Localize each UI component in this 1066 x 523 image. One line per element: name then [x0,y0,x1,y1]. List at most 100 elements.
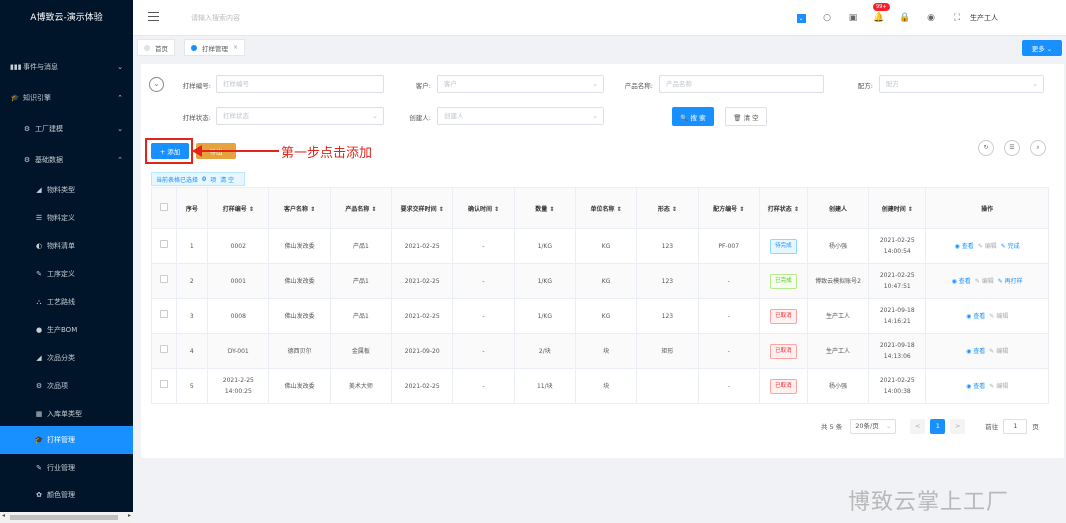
table-row[interactable]: 5 2021-2-25 14:00:25 佛山发改委 美术大师 2021-02-25-1… [151,368,1049,404]
next-page-button[interactable]: > [950,418,966,434]
sidebar-item-11[interactable]: ⚙ 次品项 [0,372,133,400]
creator-select[interactable]: 创建人 ⌄ [437,107,604,125]
column-header[interactable]: 打样状态 ⇕ [758,187,808,229]
header-search-input[interactable]: 请输入搜索内容 [191,13,240,23]
column-header[interactable]: 创建时间 ⇕ [868,187,927,229]
scrollbar-thumb[interactable] [10,515,118,520]
status-select[interactable]: 打样状态 ⌄ [216,107,384,125]
row-checkbox[interactable] [159,275,168,283]
table-row[interactable]: 3 0008 佛山发改委 产品1 2021-02-25-1/KG KG 123- 已取消 生产工… [151,298,1049,334]
column-header[interactable]: 序号 [175,187,209,229]
sidebar-scrollbar[interactable]: ◂ ▸ [0,512,133,523]
sidebar-item-1[interactable]: 🎓 知识引擎 ⌃ [0,84,133,112]
tab-sample-management[interactable]: 打样管理 × [184,39,246,56]
row-checkbox[interactable] [159,240,168,248]
action-link-1[interactable]: ✎ 编辑 [978,243,997,250]
customer-select[interactable]: 客户 ⌄ [437,75,604,93]
sidebar-item-14[interactable]: ✎ 行业管理 [0,454,133,482]
creator-label: 创建人: [409,114,431,122]
chevron-down-icon: ⌄ [372,112,378,120]
table-row[interactable]: 1 0002 佛山发改委 产品1 2021-02-25-1/KG KG 123 PF-007 待… [151,228,1049,264]
sidebar-item-12[interactable]: ▦ 入库单类型 [0,400,133,428]
action-link-1[interactable]: ✎ 编辑 [975,278,994,285]
column-header[interactable]: 确认时间 ⇕ [452,187,515,229]
tab-home[interactable]: 首页 [137,39,175,56]
menu-toggle-icon[interactable] [148,12,159,21]
sidebar-item-7[interactable]: ✎ 工序定义 [0,260,133,288]
product-input[interactable]: 产品名称 [659,75,824,93]
columns-icon[interactable]: ☰ [1004,140,1020,156]
action-link-2[interactable]: ✎ 完成 [1001,243,1020,250]
scroll-right-icon[interactable]: ▸ [128,512,131,519]
action-link-0[interactable]: ◉ 查看 [952,278,971,285]
action-link-0[interactable]: ◉ 查看 [955,243,974,250]
column-header[interactable]: 数量 ⇕ [513,187,576,229]
row-checkbox[interactable] [159,380,168,388]
cell-actions: ◉ 查看 ✎ 编辑 ✎ 完成 [925,228,1049,264]
cell-formula: - [697,368,760,404]
save-icon[interactable]: ▣ [840,13,866,23]
select-all-checkbox[interactable] [159,203,168,211]
sidebar-item-13[interactable]: 🎓 打样管理 [0,426,133,454]
column-header[interactable]: 打样编号 ⇕ [207,187,270,229]
sidebar-item-8[interactable]: ⛬ 工艺路线 [0,288,133,316]
order-no-input[interactable]: 打样编号 [216,75,384,93]
status-badge: 已取消 [770,308,797,324]
action-link-1[interactable]: ✎ 编辑 [989,383,1008,390]
column-header[interactable]: 创建人 [806,187,870,229]
sidebar-item-0[interactable]: ▮▮▮ 事件与消息 ⌄ [0,53,133,81]
prev-page-button[interactable]: < [910,418,926,434]
bell-icon[interactable]: 🔔 99+ [866,3,892,23]
column-header[interactable]: 客户名称 ⇕ [268,187,331,229]
column-header[interactable]: 配方编号 ⇕ [697,187,760,229]
page-1-button[interactable]: 1 [930,418,946,434]
lock-icon[interactable]: 🔒 [892,13,918,23]
clear-button[interactable]: 🗑 清 空 [725,107,767,126]
sidebar-item-9[interactable]: ● 生产BOM [0,316,133,344]
table-body: 1 0002 佛山发改委 产品1 2021-02-25-1/KG KG 123 PF-007 待… [151,228,1049,404]
table-row[interactable]: 2 0001 佛山发改委 产品1 2021-02-25-1/KG KG 123- 已完成 博致云… [151,263,1049,299]
goto-page-input[interactable]: 1 [1003,418,1028,434]
cell-creator: 生产工人 [806,298,870,334]
cell-creator: 生产工人 [806,333,870,369]
sidebar-item-2[interactable]: ⚙ 工厂建模 ⌄ [0,115,133,143]
refresh-icon[interactable]: ↻ [978,140,994,156]
action-link-0[interactable]: ◉ 查看 [966,348,985,355]
action-link-2[interactable]: ✎ 再打样 [998,278,1023,285]
cell-confirm: - [452,228,515,264]
sidebar-item-10[interactable]: ◢ 次品分类 [0,344,133,372]
sidebar-item-icon: ✎ [36,270,42,278]
sidebar-item-icon: 🎓 [10,94,20,102]
column-header[interactable] [151,187,177,229]
row-checkbox[interactable] [159,310,168,318]
chat-icon[interactable]: ○ [814,13,840,23]
action-link-1[interactable]: ✎ 编辑 [989,313,1008,320]
action-link-0[interactable]: ◉ 查看 [966,313,985,320]
fullscreen-icon[interactable]: ⛶ [944,13,970,23]
row-checkbox[interactable] [159,345,168,353]
close-icon[interactable]: × [233,44,238,51]
search-button[interactable]: 🔍 搜 索 [672,107,714,126]
sidebar-item-5[interactable]: ☰ 物料定义 [0,204,133,232]
sidebar-item-6[interactable]: ◐ 物料清单 [0,232,133,260]
user-name[interactable]: 生产工人 [970,13,998,23]
eye-icon[interactable]: ◉ [918,13,944,23]
column-header[interactable]: 要求交样时间 ⇕ [391,187,454,229]
column-header[interactable]: 操作 [925,187,1049,229]
column-header[interactable]: 单位名称 ⇕ [574,187,638,229]
action-link-1[interactable]: ✎ 编辑 [989,348,1008,355]
search-icon[interactable]: ⌕ [1030,140,1046,156]
table-row[interactable]: 4 DY-001 德西贝尔 金属板 2021-09-20-2/块块矩形 - 已取消 生产工人 2… [151,333,1049,369]
page-size-select[interactable]: 20条/页 ⌄ [850,418,897,434]
formula-select[interactable]: 配方 ⌄ [879,75,1044,93]
column-header[interactable]: 形态 ⇕ [636,187,699,229]
sidebar-item-3[interactable]: ⚙ 基础数据 ⌃ [0,146,133,174]
column-header[interactable]: 产品名称 ⇕ [329,187,393,229]
action-link-0[interactable]: ◉ 查看 [966,383,985,390]
sidebar-item-4[interactable]: ◢ 物料类型 [0,176,133,204]
more-button[interactable]: 更多 ⌄ [1022,40,1062,56]
sidebar-item-15[interactable]: ✿ 颜色管理 [0,481,133,509]
scroll-left-icon[interactable]: ◂ [2,512,5,519]
dropdown-square-icon[interactable]: ⌄ [788,13,814,23]
clear-selection-link[interactable]: 清 空 [220,175,234,184]
